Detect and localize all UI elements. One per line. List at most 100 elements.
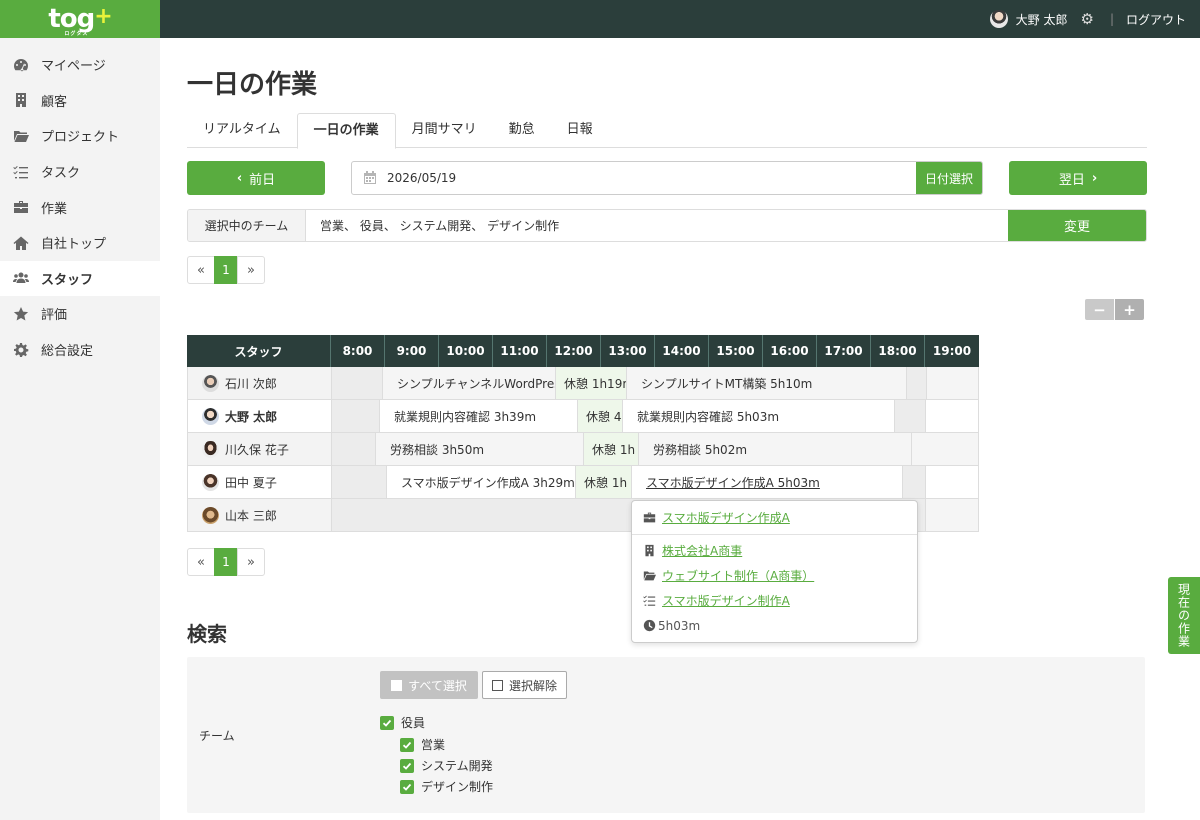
staff-name: 石川 次郎 bbox=[225, 376, 277, 391]
break-block[interactable]: 休憩 1h bbox=[584, 433, 639, 465]
gear-icon bbox=[12, 342, 30, 358]
page-first-button[interactable]: « bbox=[187, 548, 215, 576]
star-icon bbox=[12, 306, 30, 322]
team-checkbox-system-dev[interactable]: システム開発 bbox=[400, 757, 493, 774]
checkbox-icon bbox=[391, 679, 403, 691]
clock-icon bbox=[643, 619, 656, 632]
sidebar-item-company-top[interactable]: 自社トップ bbox=[0, 225, 160, 261]
work-block-selected[interactable]: スマホ版デザイン作成A 5h03m bbox=[632, 466, 903, 498]
popover-duration-row: 5h03m bbox=[632, 613, 917, 638]
briefcase-icon bbox=[643, 511, 656, 524]
sidebar-item-label: 作業 bbox=[41, 201, 68, 217]
tab-attendance[interactable]: 勤怠 bbox=[493, 113, 551, 148]
work-block[interactable]: 労務相談 5h02m bbox=[639, 433, 912, 465]
sidebar-item-customers[interactable]: 顧客 bbox=[0, 83, 160, 119]
staff-name-cell[interactable]: 大野 太郎 bbox=[188, 400, 332, 432]
checkbox-checked-icon bbox=[380, 715, 394, 730]
staff-name: 山本 三郎 bbox=[225, 508, 277, 523]
team-checkbox-sales[interactable]: 営業 bbox=[400, 736, 445, 753]
work-block[interactable]: スマホ版デザイン作成A 3h29m bbox=[387, 466, 576, 498]
tab-bar: リアルタイム 一日の作業 月間サマリ 勤怠 日報 bbox=[187, 113, 1147, 149]
staff-name-cell[interactable]: 石川 次郎 bbox=[188, 367, 332, 399]
sidebar-item-evaluation[interactable]: 評価 bbox=[0, 296, 160, 332]
popover-header: スマホ版デザイン作成A bbox=[632, 501, 917, 535]
date-field[interactable]: 2026/05/19 日付選択 bbox=[351, 161, 983, 195]
sidebar-item-mypage[interactable]: マイページ bbox=[0, 47, 160, 83]
avatar bbox=[202, 407, 219, 425]
checkbox-empty-icon bbox=[491, 679, 503, 691]
team-checkbox-executives[interactable]: 役員 bbox=[380, 714, 425, 731]
gear-icon[interactable]: ⚙ bbox=[1080, 10, 1093, 28]
staff-column-header: スタッフ bbox=[187, 335, 331, 367]
search-title: 検索 bbox=[187, 622, 227, 646]
folder-icon bbox=[643, 569, 656, 582]
sidebar-item-staff[interactable]: スタッフ bbox=[0, 260, 160, 297]
work-block[interactable]: 労務相談 3h50m bbox=[376, 433, 584, 465]
logo[interactable]: tog+ ログタス bbox=[0, 0, 160, 38]
staff-name-cell[interactable]: 田中 夏子 bbox=[188, 466, 332, 498]
sidebar-item-label: 評価 bbox=[41, 308, 68, 324]
next-day-button[interactable]: 翌日 › bbox=[1009, 161, 1147, 195]
tab-daily-report[interactable]: 日報 bbox=[551, 113, 609, 148]
sidebar-item-settings[interactable]: 総合設定 bbox=[0, 332, 160, 368]
user-name[interactable]: 大野 太郎 bbox=[1016, 11, 1068, 28]
work-block[interactable]: シンプルサイトMT構築 5h10m bbox=[627, 367, 907, 399]
popover-client-link[interactable]: 株式会社A商事 bbox=[662, 542, 742, 559]
break-block[interactable]: 休憩 1h19m bbox=[556, 367, 627, 399]
page-last-button[interactable]: » bbox=[237, 548, 265, 576]
popover-task-link[interactable]: スマホ版デザイン制作A bbox=[662, 592, 790, 609]
page-current-button[interactable]: 1 bbox=[214, 548, 238, 576]
hour-header: 16:00 bbox=[763, 335, 817, 367]
dashboard-icon bbox=[12, 57, 30, 73]
prev-day-button[interactable]: ‹ 前日 bbox=[187, 161, 325, 195]
staff-name-cell[interactable]: 山本 三郎 bbox=[188, 499, 332, 531]
date-pick-button[interactable]: 日付選択 bbox=[916, 162, 982, 194]
team-checkbox-label: 営業 bbox=[421, 738, 446, 752]
sidebar-item-projects[interactable]: プロジェクト bbox=[0, 118, 160, 154]
staff-name: 田中 夏子 bbox=[225, 475, 277, 490]
work-block[interactable]: シンプルチャンネルWordPress bbox=[383, 367, 556, 399]
change-team-button[interactable]: 変更 bbox=[1008, 210, 1146, 241]
staff-name-cell[interactable]: 川久保 花子 bbox=[188, 433, 332, 465]
avatar[interactable] bbox=[989, 10, 1008, 28]
table-row: 川久保 花子 労務相談 3h50m 休憩 1h 労務相談 5h02m bbox=[187, 433, 979, 466]
briefcase-icon bbox=[12, 199, 30, 215]
page-current-button[interactable]: 1 bbox=[214, 256, 238, 284]
current-work-tab[interactable]: 現在の作業 bbox=[1168, 577, 1200, 654]
hour-header: 11:00 bbox=[493, 335, 547, 367]
popover-work-link[interactable]: スマホ版デザイン作成A bbox=[662, 509, 790, 526]
page-first-button[interactable]: « bbox=[187, 256, 215, 284]
hour-header: 18:00 bbox=[871, 335, 925, 367]
break-block[interactable]: 休憩 4 bbox=[578, 400, 623, 432]
checkbox-checked-icon bbox=[400, 737, 414, 752]
work-block[interactable]: 就業規則内容確認 3h39m bbox=[380, 400, 578, 432]
sidebar-item-work[interactable]: 作業 bbox=[0, 189, 160, 225]
logo-text: tog bbox=[48, 4, 95, 34]
sidebar-item-label: 顧客 bbox=[41, 94, 68, 110]
select-all-button[interactable]: すべて選択 bbox=[380, 671, 478, 699]
chevron-right-icon: › bbox=[1091, 170, 1098, 186]
work-block[interactable]: 就業規則内容確認 5h03m bbox=[623, 400, 895, 432]
schedule-header: スタッフ 8:00 9:00 10:00 11:00 12:00 13:00 1… bbox=[187, 335, 979, 367]
tab-daily-work[interactable]: 一日の作業 bbox=[296, 113, 396, 149]
popover-project-link[interactable]: ウェブサイト制作（A商事） bbox=[662, 567, 814, 584]
calendar-icon bbox=[364, 171, 376, 184]
page-last-button[interactable]: » bbox=[237, 256, 265, 284]
building-icon bbox=[12, 92, 30, 108]
chevron-left-icon: ‹ bbox=[236, 170, 243, 186]
staff-name: 大野 太郎 bbox=[225, 409, 278, 424]
team-checkbox-design[interactable]: デザイン制作 bbox=[400, 778, 493, 795]
zoom-in-button[interactable]: + bbox=[1115, 299, 1144, 320]
deselect-all-button[interactable]: 選択解除 bbox=[482, 671, 567, 699]
team-filter-label: チーム bbox=[199, 729, 235, 743]
logout-link[interactable]: ログアウト bbox=[1126, 11, 1186, 28]
sidebar-item-tasks[interactable]: タスク bbox=[0, 154, 160, 190]
popover-client-row: 株式会社A商事 bbox=[632, 538, 917, 563]
zoom-out-button[interactable]: − bbox=[1085, 299, 1114, 320]
popover-duration: 5h03m bbox=[658, 618, 701, 633]
off-time-block bbox=[332, 400, 380, 432]
sidebar-item-label: マイページ bbox=[41, 59, 106, 75]
tab-monthly-summary[interactable]: 月間サマリ bbox=[396, 113, 493, 148]
tab-realtime[interactable]: リアルタイム bbox=[187, 113, 297, 148]
break-block[interactable]: 休憩 1h bbox=[576, 466, 632, 498]
